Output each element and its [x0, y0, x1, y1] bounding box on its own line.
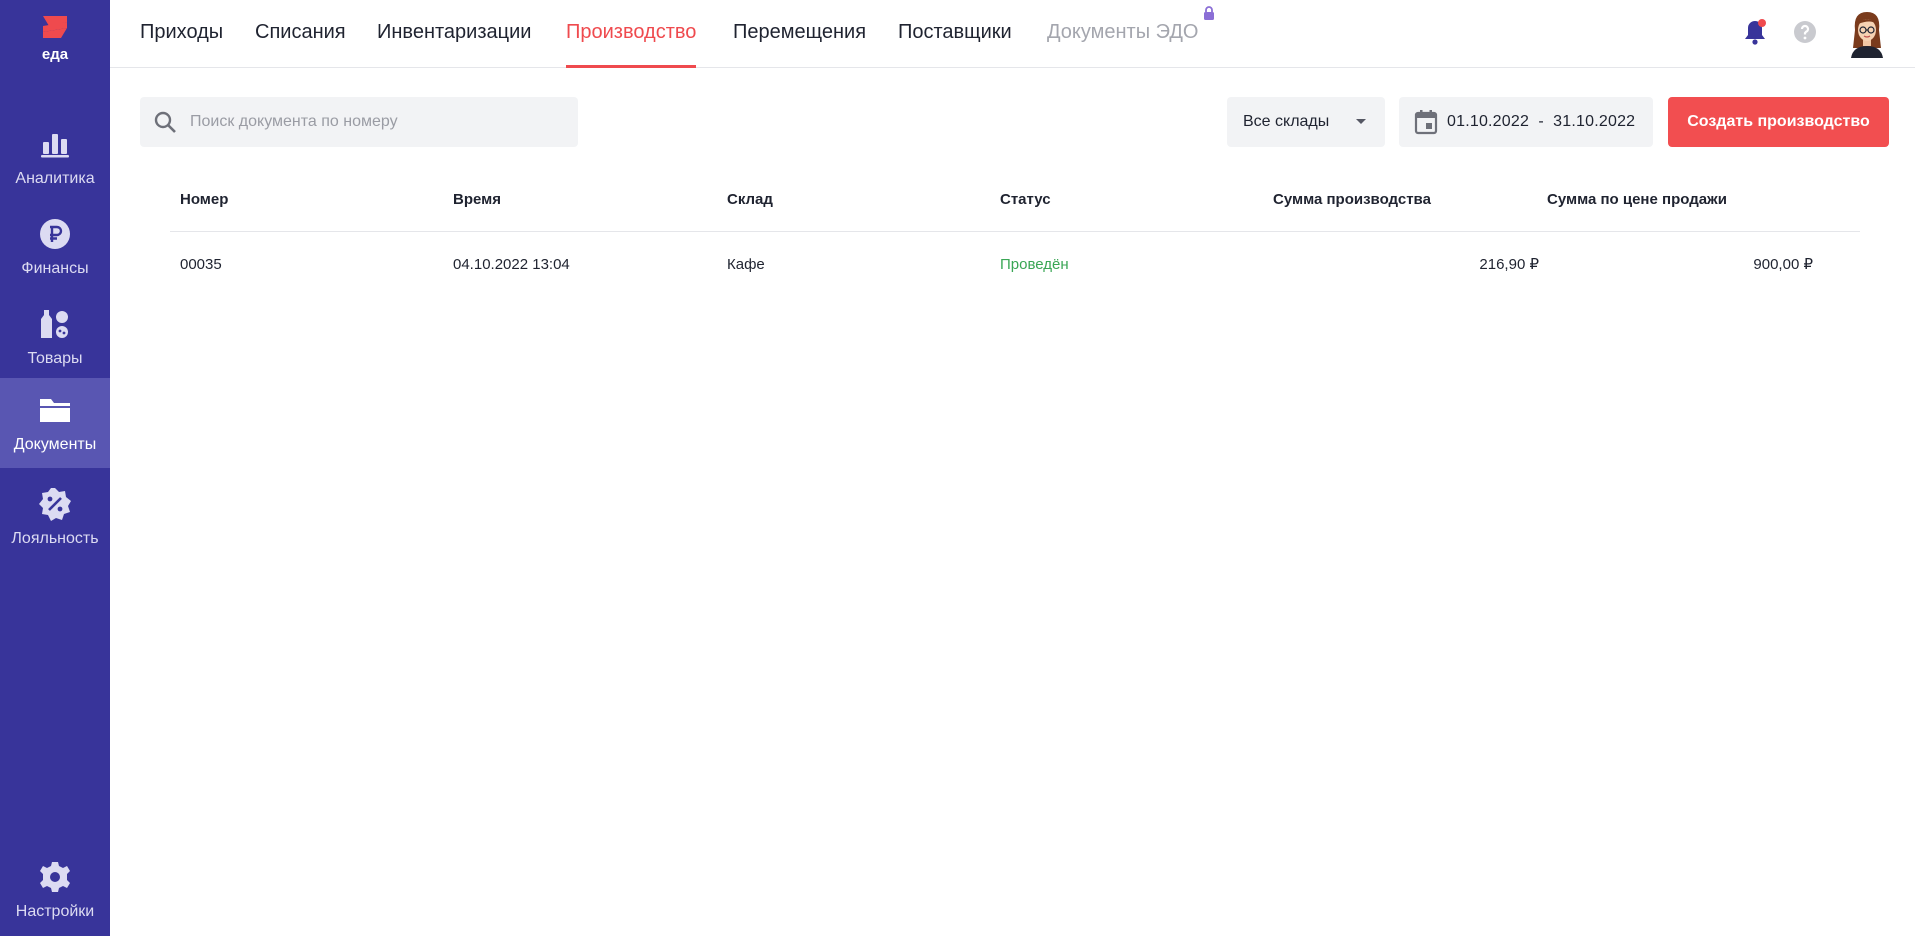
sidebar-item-label: Лояльность — [11, 530, 99, 547]
user-avatar-icon — [1851, 12, 1883, 58]
help-button[interactable] — [1787, 14, 1823, 50]
sidebar-item-documents[interactable]: Документы — [0, 378, 110, 468]
sidebar-item-label: Аналитика — [15, 170, 95, 187]
logo-icon — [43, 16, 67, 38]
column-header-time[interactable]: Время — [453, 178, 501, 222]
tab-incoming[interactable]: Приходы — [140, 0, 223, 68]
create-production-button[interactable]: Создать производство — [1668, 97, 1889, 147]
tab-production[interactable]: Производство — [566, 0, 697, 68]
bar-chart-icon — [37, 126, 73, 162]
user-avatar[interactable] — [1845, 8, 1889, 58]
warehouse-select-label: Все склады — [1243, 113, 1330, 130]
sidebar-item-products[interactable]: Товары — [0, 292, 110, 382]
search-box[interactable] — [140, 97, 578, 147]
tab-inventory[interactable]: Инвентаризации — [377, 0, 531, 68]
search-input[interactable] — [190, 97, 570, 147]
row-status: Проведён — [1000, 256, 1069, 273]
column-header-status[interactable]: Статус — [1000, 178, 1051, 222]
row-warehouse: Кафе — [727, 256, 765, 273]
column-header-warehouse[interactable]: Склад — [727, 178, 773, 222]
row-time: 04.10.2022 13:04 — [453, 256, 570, 273]
column-header-production-sum[interactable]: Сумма производства — [1273, 178, 1431, 222]
sidebar-item-analytics[interactable]: Аналитика — [0, 112, 110, 202]
sidebar-item-settings[interactable]: Настройки — [0, 845, 110, 935]
table-row[interactable]: 00035 04.10.2022 13:04 Кафе Проведён 216… — [170, 232, 1860, 300]
sidebar-item-label: Товары — [27, 350, 83, 367]
date-range-picker[interactable]: 01.10.2022 - 31.10.2022 — [1399, 97, 1653, 147]
ruble-icon — [37, 216, 73, 252]
production-table: Номер Время Склад Статус Сумма производс… — [170, 178, 1860, 300]
sidebar: еда Аналитика Финансы Товары Документы Л… — [0, 0, 110, 936]
chevron-down-icon — [1356, 119, 1366, 124]
column-header-sale-sum[interactable]: Сумма по цене продажи — [1547, 178, 1727, 222]
tab-write-offs[interactable]: Списания — [255, 0, 346, 68]
lock-icon — [1204, 6, 1214, 20]
calendar-icon — [1405, 97, 1447, 147]
sidebar-item-label: Финансы — [21, 260, 89, 277]
tab-transfers[interactable]: Перемещения — [733, 0, 866, 68]
logo[interactable]: еда — [0, 12, 110, 63]
column-header-number[interactable]: Номер — [180, 178, 228, 222]
row-number: 00035 — [180, 256, 222, 273]
question-icon — [1794, 21, 1816, 43]
products-icon — [37, 306, 73, 342]
table-header: Номер Время Склад Статус Сумма производс… — [170, 178, 1860, 232]
search-icon — [140, 97, 190, 147]
folder-icon — [37, 392, 73, 428]
bell-icon — [1745, 19, 1766, 45]
sidebar-item-label: Настройки — [15, 903, 95, 920]
sidebar-item-loyalty[interactable]: Лояльность — [0, 472, 110, 562]
top-navigation: Приходы Списания Инвентаризации Производ… — [110, 0, 1915, 68]
logo-text: еда — [41, 46, 69, 63]
sidebar-item-finance[interactable]: Финансы — [0, 202, 110, 292]
tab-edo-documents[interactable]: Документы ЭДО — [1047, 0, 1198, 68]
row-sale-sum: 900,00 ₽ — [1753, 256, 1813, 273]
warehouse-select[interactable]: Все склады — [1227, 97, 1385, 147]
gear-icon — [37, 859, 73, 895]
date-range-value: 01.10.2022 - 31.10.2022 — [1447, 113, 1636, 130]
notification-bell[interactable] — [1737, 14, 1773, 50]
tab-suppliers[interactable]: Поставщики — [898, 0, 1012, 68]
discount-badge-icon — [37, 486, 73, 522]
row-production-sum: 216,90 ₽ — [1479, 256, 1539, 273]
sidebar-item-label: Документы — [13, 436, 97, 453]
